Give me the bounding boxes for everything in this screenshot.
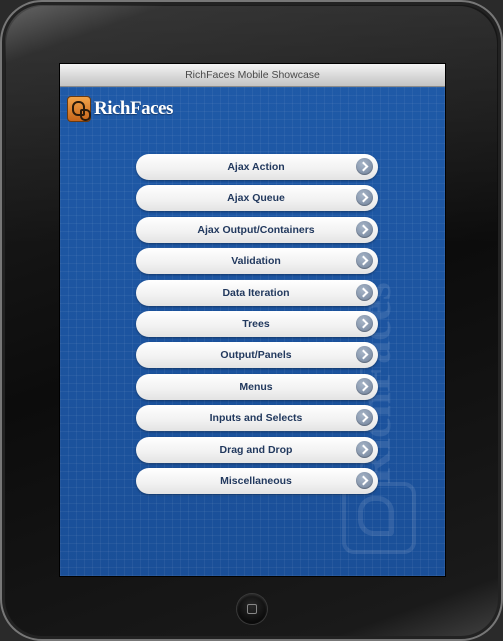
menu-item-output-panels[interactable]: Output/Panels xyxy=(136,342,378,369)
richfaces-logo-icon xyxy=(67,96,91,122)
chevron-right-icon[interactable] xyxy=(356,220,373,238)
menu-item-label: Validation xyxy=(231,255,281,268)
menu-item-label: Ajax Queue xyxy=(227,192,285,205)
menu-item-label: Trees xyxy=(242,317,270,330)
menu-item-label: Miscellaneous xyxy=(220,474,292,487)
window-title-bar: RichFaces Mobile Showcase xyxy=(60,64,445,87)
menu-item-data-iteration[interactable]: Data Iteration xyxy=(136,279,378,306)
chevron-right-icon[interactable] xyxy=(356,314,373,332)
chevron-right-icon[interactable] xyxy=(356,252,373,270)
menu-item-label: Ajax Output/Containers xyxy=(197,223,315,236)
menu-item-menus[interactable]: Menus xyxy=(136,373,378,400)
tablet-device-frame: RichFaces Mobile Showcase RichFaces Rich… xyxy=(0,0,503,641)
menu-item-ajax-output-containers[interactable]: Ajax Output/Containers xyxy=(136,216,378,243)
chevron-right-icon[interactable] xyxy=(356,346,373,364)
menu-item-ajax-queue[interactable]: Ajax Queue xyxy=(136,185,378,212)
chevron-right-icon[interactable] xyxy=(356,189,373,207)
menu-item-label: Drag and Drop xyxy=(219,443,293,456)
menu-item-label: Output/Panels xyxy=(220,349,292,362)
menu-item-trees[interactable]: Trees xyxy=(136,310,378,337)
chevron-right-icon[interactable] xyxy=(356,440,373,458)
menu-item-label: Ajax Action xyxy=(227,161,285,173)
app-screen: RichFaces Mobile Showcase RichFaces Rich… xyxy=(60,64,445,576)
menu-item-label: Data Iteration xyxy=(222,286,290,299)
menu-item-drag-and-drop[interactable]: Drag and Drop xyxy=(136,436,378,463)
menu-item-validation[interactable]: Validation xyxy=(136,248,378,275)
window-title: RichFaces Mobile Showcase xyxy=(185,69,320,81)
menu-item-miscellaneous[interactable]: Miscellaneous xyxy=(136,467,378,494)
chevron-right-icon[interactable] xyxy=(356,158,373,175)
menu-item-label: Menus xyxy=(239,380,273,393)
chevron-right-icon[interactable] xyxy=(356,377,373,395)
home-button[interactable] xyxy=(237,594,267,624)
menu-item-label: Inputs and Selects xyxy=(209,412,303,425)
richfaces-logo: RichFaces xyxy=(67,94,173,124)
chevron-right-icon[interactable] xyxy=(356,409,373,427)
menu-item-ajax-action[interactable]: Ajax Action xyxy=(136,154,378,180)
chevron-right-icon[interactable] xyxy=(356,283,373,301)
menu-item-inputs-and-selects[interactable]: Inputs and Selects xyxy=(136,405,378,432)
showcase-menu: Ajax Action Ajax Queue Ajax Output/Conta… xyxy=(136,154,378,499)
logo-text: RichFaces xyxy=(94,98,173,119)
chevron-right-icon[interactable] xyxy=(356,471,373,489)
